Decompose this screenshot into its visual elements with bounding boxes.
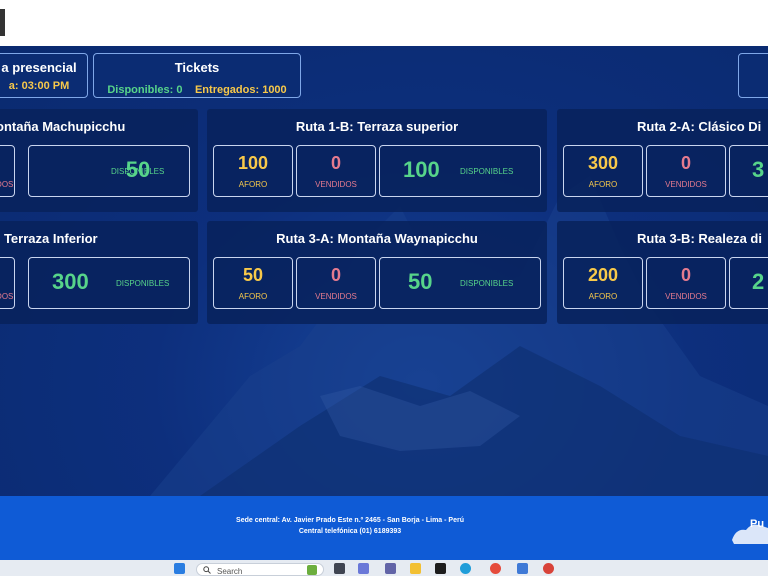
logout-button[interactable] xyxy=(738,53,768,98)
weather-icon xyxy=(307,565,317,575)
stat-label: AFORO xyxy=(238,180,268,189)
stat-value: 200 xyxy=(587,265,619,285)
stat-value: 2 xyxy=(752,269,765,294)
route-card: Ruta 1-B: Terraza superior 100 AFORO 0 V… xyxy=(207,109,547,212)
stat-label: DISPONIBLES xyxy=(460,167,514,176)
route-card: Ruta 3-B: Realeza di 200 AFORO 0 VENDIDO… xyxy=(557,221,768,324)
stat-value: 50 xyxy=(408,269,433,294)
stat-value: 300 xyxy=(587,153,619,173)
logo-fragment xyxy=(0,9,5,36)
route-title: : Terraza Inferior xyxy=(0,231,98,246)
stat-value: 100 xyxy=(237,153,269,173)
edge-icon[interactable] xyxy=(460,563,471,574)
stat-label: VENDIDOS xyxy=(315,292,357,301)
taskbar-search[interactable]: Search xyxy=(196,563,324,576)
stat-value: 0 xyxy=(680,265,691,285)
tickets-title: Tickets xyxy=(174,60,220,75)
stat-vendidos: 0 VENDIDOS xyxy=(646,257,726,309)
stat-disponibles: 50 DISPONIBLES xyxy=(379,257,541,309)
footer-phone: Central telefónica (01) 6189393 xyxy=(298,528,402,535)
footer: Sede central: Av. Javier Prado Este n.º … xyxy=(0,496,768,560)
session-time: a: 03:00 PM xyxy=(8,80,70,92)
start-icon[interactable] xyxy=(174,563,185,574)
stat-vendidos: 0 VENDIDOS xyxy=(646,145,726,197)
file-explorer-icon[interactable] xyxy=(410,563,421,574)
mascot-icon: Pu xyxy=(732,518,768,544)
stat-vendidos: 0 VENDIDOS xyxy=(296,257,376,309)
stat-value: 300 xyxy=(52,269,89,294)
dell-icon[interactable] xyxy=(435,563,446,574)
route-card: ontaña Machupicchu VENDIDOS 50 DISPONIBL… xyxy=(0,109,198,212)
stat-value: 3 xyxy=(752,157,765,182)
stat-label: VENDIDOS xyxy=(665,180,707,189)
stat-disponibles: 50 DISPONIBLES xyxy=(28,145,190,197)
stat-vendidos: VENDIDOS xyxy=(0,145,15,197)
route-card: Ruta 2-A: Clásico Di 300 AFORO 0 VENDIDO… xyxy=(557,109,768,212)
stat-aforo: 200 AFORO xyxy=(563,257,643,309)
stat-disponibles: 100 DISPONIBLES xyxy=(379,145,541,197)
copilot-icon[interactable] xyxy=(358,563,369,574)
stat-vendidos: VENDIDOS xyxy=(0,257,15,309)
session-info-box: a presencial a: 03:00 PM xyxy=(0,53,88,98)
stat-aforo: 300 AFORO xyxy=(563,145,643,197)
footer-logo: Pu xyxy=(728,510,768,546)
main-panel: a presencial a: 03:00 PM Tickets Disponi… xyxy=(0,46,768,496)
stat-value: 0 xyxy=(330,265,341,285)
os-taskbar: Search xyxy=(0,560,768,576)
stat-value: 50 xyxy=(242,265,264,285)
stat-vendidos: 0 VENDIDOS xyxy=(296,145,376,197)
search-icon xyxy=(203,566,211,574)
stat-disponibles: 3 xyxy=(729,145,768,197)
stat-label: VENDIDOS xyxy=(0,292,14,301)
stat-aforo: 50 AFORO xyxy=(213,257,293,309)
stat-disponibles: 2 xyxy=(729,257,768,309)
route-title: Ruta 3-A: Montaña Waynapicchu xyxy=(276,231,478,246)
tickets-delivered: Entregados: 1000 xyxy=(194,84,287,96)
stat-value: 0 xyxy=(330,153,341,173)
footer-address: Sede central: Av. Javier Prado Este n.º … xyxy=(236,517,464,524)
tickets-available: Disponibles: 0 xyxy=(107,84,183,96)
stat-label: AFORO xyxy=(588,180,618,189)
svg-text:Pu: Pu xyxy=(750,518,764,530)
teams-icon[interactable] xyxy=(385,563,396,574)
stat-label: DISPONIBLES xyxy=(116,279,170,288)
stat-label: DISPONIBLES xyxy=(111,167,165,176)
stat-aforo: 100 AFORO xyxy=(213,145,293,197)
stat-value: 0 xyxy=(680,153,691,173)
route-card: Ruta 3-A: Montaña Waynapicchu 50 AFORO 0… xyxy=(207,221,547,324)
stat-label: VENDIDOS xyxy=(315,180,357,189)
route-title: Ruta 2-A: Clásico Di xyxy=(637,119,762,134)
stat-label: VENDIDOS xyxy=(665,292,707,301)
route-title: Ruta 1-B: Terraza superior xyxy=(295,119,459,134)
stat-disponibles: 300 DISPONIBLES xyxy=(28,257,190,309)
stat-label: AFORO xyxy=(238,292,268,301)
chrome-icon[interactable] xyxy=(490,563,501,574)
stat-value: 100 xyxy=(403,157,440,182)
notification-app-icon[interactable] xyxy=(543,563,554,574)
stat-label: AFORO xyxy=(588,292,618,301)
route-title: Ruta 3-B: Realeza di xyxy=(637,231,762,246)
route-title: ontaña Machupicchu xyxy=(0,119,126,134)
task-view-icon[interactable] xyxy=(334,563,345,574)
app-icon[interactable] xyxy=(517,563,528,574)
route-card: : Terraza Inferior VENDIDOS 300 DISPONIB… xyxy=(0,221,198,324)
tickets-box: Tickets Disponibles: 0 Entregados: 1000 xyxy=(93,53,301,98)
session-title: a presencial xyxy=(1,60,77,75)
stat-label: DISPONIBLES xyxy=(460,279,514,288)
top-bar xyxy=(0,0,768,46)
search-placeholder: Search xyxy=(217,567,243,576)
stat-label: VENDIDOS xyxy=(0,180,14,189)
